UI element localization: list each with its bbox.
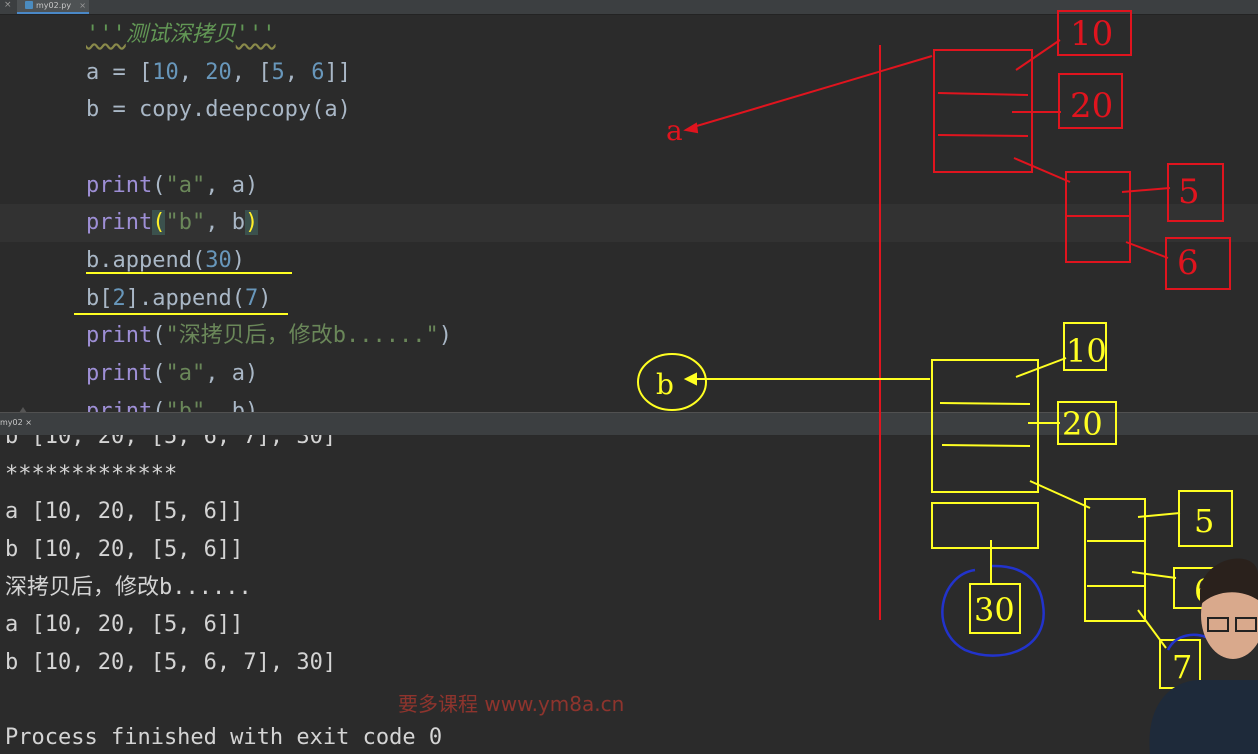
- run-tab-my02[interactable]: my02 ×: [0, 418, 32, 427]
- file-tab-label: my02.py: [36, 1, 72, 10]
- code-line-append-7: b[2].append(7): [86, 286, 272, 311]
- console-line: *************: [5, 462, 178, 487]
- watermark-text: 要多课程 www.ym8a.cn: [398, 692, 625, 716]
- console-line: a [10, 20, [5, 6]]: [5, 499, 244, 524]
- code-line-print-a: print("a", a): [86, 173, 259, 198]
- run-console[interactable]: b [10, 20, [5, 6, 7], 30] ************* …: [0, 435, 1258, 754]
- console-line: a [10, 20, [5, 6]]: [5, 612, 244, 637]
- python-file-icon: [25, 1, 33, 9]
- editor-tab-bar: × my02.py ×: [0, 0, 1258, 15]
- code-line-print-message: print("深拷贝后，修改b......"): [86, 323, 452, 348]
- code-editor[interactable]: '''测试深拷贝''' a = [10, 20, [5, 6]] b = cop…: [0, 15, 1258, 412]
- code-line-print-a-2: print("a", a): [86, 361, 259, 386]
- code-line-docstring: '''测试深拷贝''': [86, 22, 276, 47]
- close-icon[interactable]: ×: [4, 0, 12, 10]
- console-line: 深拷贝后，修改b......: [5, 575, 252, 600]
- console-exit-line: Process finished with exit code 0: [5, 725, 443, 750]
- code-line-print-b: print("b", b): [86, 210, 259, 235]
- code-line-deepcopy: b = copy.deepcopy(a): [86, 97, 351, 122]
- file-tab-my02[interactable]: my02.py ×: [17, 0, 89, 14]
- console-line: b [10, 20, [5, 6, 7], 30]: [5, 435, 337, 449]
- run-tool-window-header: my02 ×: [0, 412, 1258, 436]
- code-line-append-30: b.append(30): [86, 248, 245, 273]
- tab-close-icon[interactable]: ×: [79, 0, 86, 12]
- console-line: b [10, 20, [5, 6, 7], 30]: [5, 650, 337, 675]
- run-tab-close-icon[interactable]: ×: [25, 418, 32, 427]
- code-line-assign-a: a = [10, 20, [5, 6]]: [86, 60, 351, 85]
- console-line: b [10, 20, [5, 6]]: [5, 537, 244, 562]
- code-line-print-b-2: print("b", b): [86, 399, 259, 412]
